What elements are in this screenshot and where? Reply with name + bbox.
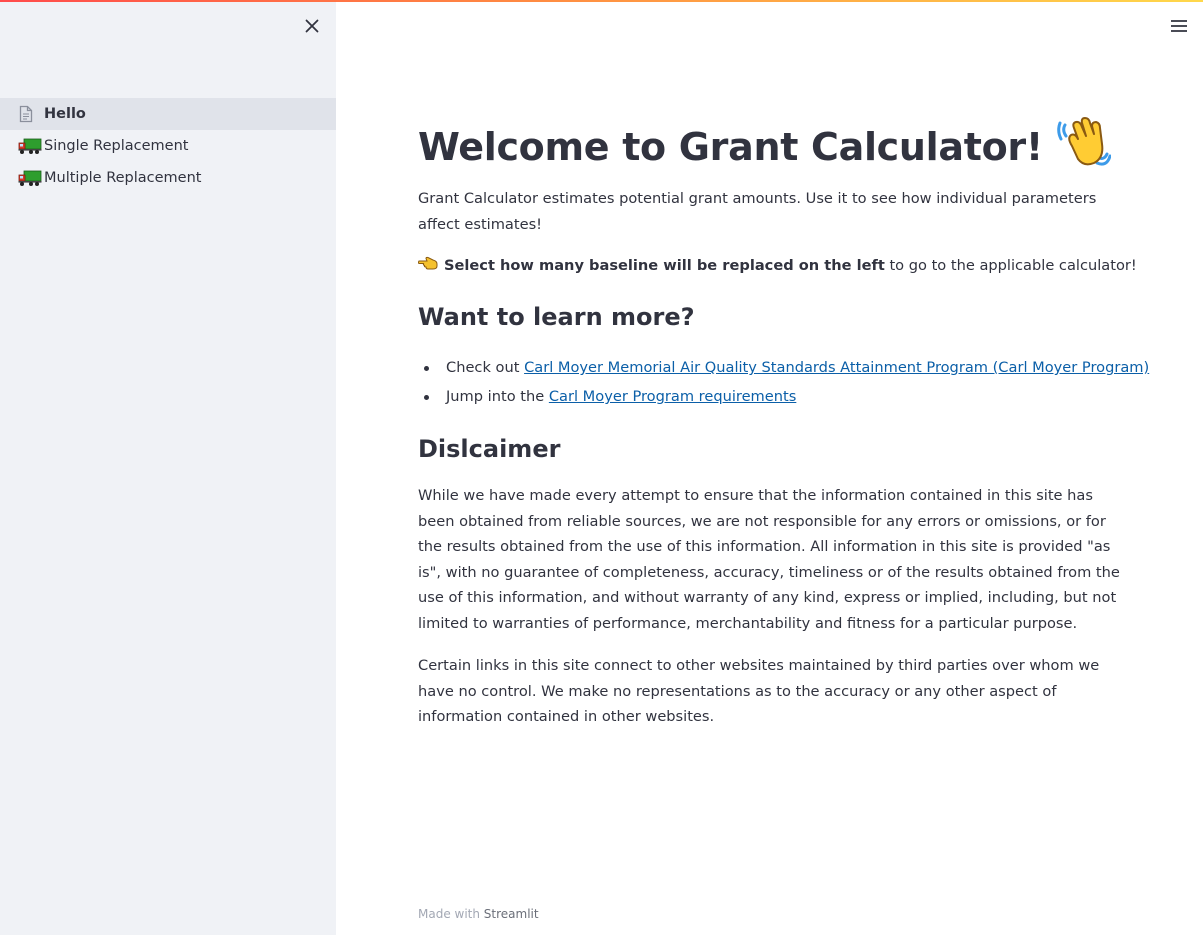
sidebar-nav: Hello Single Replacement Multiple Replac… <box>0 98 336 194</box>
list-item: Jump into the Carl Moyer Program require… <box>418 384 1123 413</box>
sidebar-item-multiple-replacement[interactable]: Multiple Replacement <box>0 162 336 194</box>
disclaimer-heading: Dislcaimer <box>418 435 561 463</box>
intro-text: Grant Calculator estimates potential gra… <box>418 190 1097 233</box>
waving-hand-icon <box>1057 116 1112 177</box>
list-item: Check out Carl Moyer Memorial Air Qualit… <box>418 355 1149 384</box>
sidebar-item-label: Single Replacement <box>44 138 189 154</box>
learn-more-heading: Want to learn more? <box>418 303 695 331</box>
close-sidebar-button[interactable] <box>300 14 324 38</box>
sidebar-item-hello[interactable]: Hello <box>0 98 336 130</box>
select-instruction: Select how many baseline will be replace… <box>417 255 1137 277</box>
list-item-prefix: Check out <box>446 359 525 376</box>
carl-moyer-program-link[interactable]: Carl Moyer Memorial Air Quality Standard… <box>524 359 1149 376</box>
document-icon <box>18 104 42 124</box>
sidebar: Hello Single Replacement Multiple Replac… <box>0 0 336 935</box>
pointing-left-hand-icon <box>417 255 438 277</box>
hamburger-menu-icon <box>1171 20 1187 32</box>
list-item-prefix: Jump into the <box>446 388 549 405</box>
select-instruction-bold: Select how many baseline will be replace… <box>444 257 885 274</box>
program-requirements-link[interactable]: Carl Moyer Program requirements <box>549 388 796 405</box>
close-icon <box>305 19 319 33</box>
sidebar-item-label: Hello <box>44 106 86 122</box>
learn-more-list: Check out Carl Moyer Memorial Air Qualit… <box>418 355 1149 413</box>
streamlit-link[interactable]: Streamlit <box>484 907 539 921</box>
disclaimer-paragraph-1: While we have made every attempt to ensu… <box>418 487 1120 632</box>
truck-icon <box>18 136 42 156</box>
sidebar-item-single-replacement[interactable]: Single Replacement <box>0 130 336 162</box>
select-instruction-rest: to go to the applicable calculator! <box>884 257 1137 274</box>
truck-icon <box>18 168 42 188</box>
footer: Made with Streamlit <box>418 907 539 921</box>
footer-prefix: Made with <box>418 907 484 921</box>
disclaimer-paragraph-2: Certain links in this site connect to ot… <box>418 657 1100 726</box>
top-decoration-bar <box>0 0 1203 2</box>
page-title-text: Welcome to Grant Calculator! <box>418 124 1043 169</box>
main-menu-button[interactable] <box>1168 16 1190 36</box>
sidebar-item-label: Multiple Replacement <box>44 170 202 186</box>
page-title: Welcome to Grant Calculator! <box>418 116 1112 177</box>
